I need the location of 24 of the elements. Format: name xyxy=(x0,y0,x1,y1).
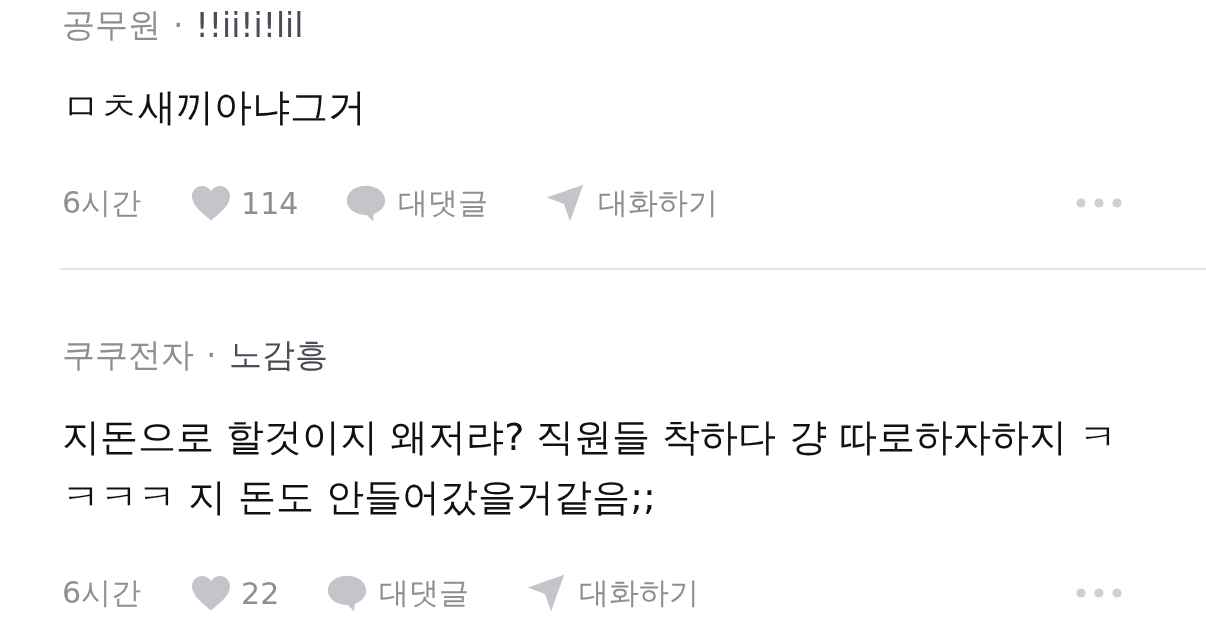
timestamp: 6시간 xyxy=(62,573,142,612)
speech-bubble-icon xyxy=(346,184,387,222)
separator-dot: · xyxy=(173,5,184,45)
author-name[interactable]: 노감흥 xyxy=(228,332,328,378)
reply-button[interactable]: 대댓글 xyxy=(346,182,489,224)
paper-plane-icon xyxy=(546,184,585,222)
company-name: 공무원 xyxy=(62,3,161,46)
heart-icon xyxy=(191,575,232,611)
chat-button[interactable]: 대화하기 xyxy=(546,182,719,224)
comment-text: 지돈으로 할것이지 왜저랴? 직원들 착하다 걍 따로하자하지 ㅋㅋㅋㅋ 지 돈도 안들어갔을거같음;; xyxy=(62,414,1118,521)
reply-button[interactable]: 대댓글 xyxy=(327,572,470,614)
like-button[interactable]: 22 xyxy=(191,575,280,611)
timestamp: 6시간 xyxy=(62,183,142,222)
paper-plane-icon xyxy=(527,574,566,612)
speech-bubble-icon xyxy=(327,574,368,612)
comment-text: ㅁㅊ새끼아냐그거 xyxy=(62,84,367,131)
chat-button[interactable]: 대화하기 xyxy=(527,572,700,614)
separator-dot: · xyxy=(206,335,217,375)
author-name[interactable]: !!ii!i!lil xyxy=(195,5,304,45)
heart-icon xyxy=(191,185,232,221)
like-button[interactable]: 114 xyxy=(191,185,299,221)
company-name: 쿠쿠전자 xyxy=(62,333,194,376)
more-icon[interactable] xyxy=(1076,198,1122,208)
more-icon[interactable] xyxy=(1076,588,1122,598)
